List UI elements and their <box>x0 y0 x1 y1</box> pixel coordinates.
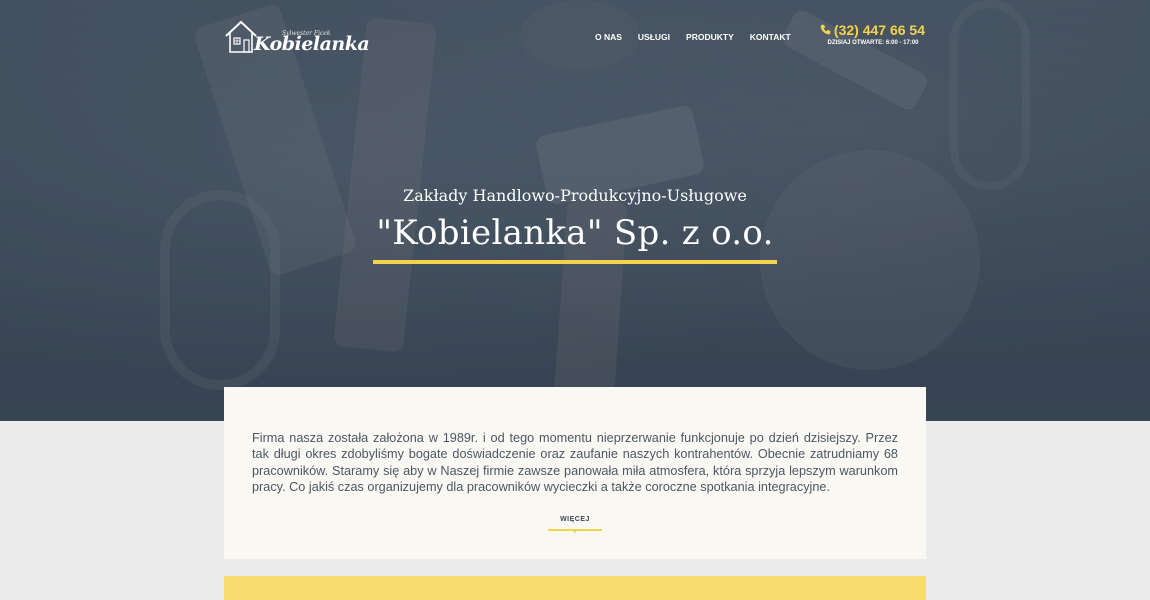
about-text: Firma nasza została założona w 1989r. i … <box>252 431 898 495</box>
hero-section: Sylwester Ficek Kobielanka O NAS USŁUGI … <box>0 0 1150 421</box>
phone-link[interactable]: (32) 447 66 54 <box>815 22 925 38</box>
more-underline <box>548 529 602 533</box>
nav-item-uslugi[interactable]: USŁUGI <box>638 32 670 42</box>
house-icon <box>225 20 257 53</box>
contact-info: (32) 447 66 54 DZISIAJ OTWARTE: 6:00 - 1… <box>815 22 925 46</box>
more-button[interactable]: WIĘCEJ <box>548 516 602 533</box>
hero-subtitle: Zakłady Handlowo-Produkcyjno-Usługowe <box>403 186 747 205</box>
phone-icon <box>820 22 831 38</box>
phone-number: (32) 447 66 54 <box>833 22 925 38</box>
hero-overlay <box>0 0 1150 421</box>
logo-name: Kobielanka <box>254 33 370 55</box>
opening-hours: DZISIAJ OTWARTE: 6:00 - 17:00 <box>827 40 919 46</box>
hero-title: "Kobielanka" Sp. z o.o. <box>376 213 774 253</box>
next-section-yellow <box>224 576 926 600</box>
logo[interactable]: Sylwester Ficek Kobielanka <box>224 18 370 58</box>
main-nav: O NAS USŁUGI PRODUKTY KONTAKT <box>595 32 807 42</box>
nav-item-o-nas[interactable]: O NAS <box>595 32 622 42</box>
nav-item-kontakt[interactable]: KONTAKT <box>750 32 791 42</box>
hero-underline <box>373 260 777 264</box>
about-card: Firma nasza została założona w 1989r. i … <box>224 387 926 559</box>
more-label: WIĘCEJ <box>560 516 590 523</box>
nav-item-produkty[interactable]: PRODUKTY <box>686 32 734 42</box>
